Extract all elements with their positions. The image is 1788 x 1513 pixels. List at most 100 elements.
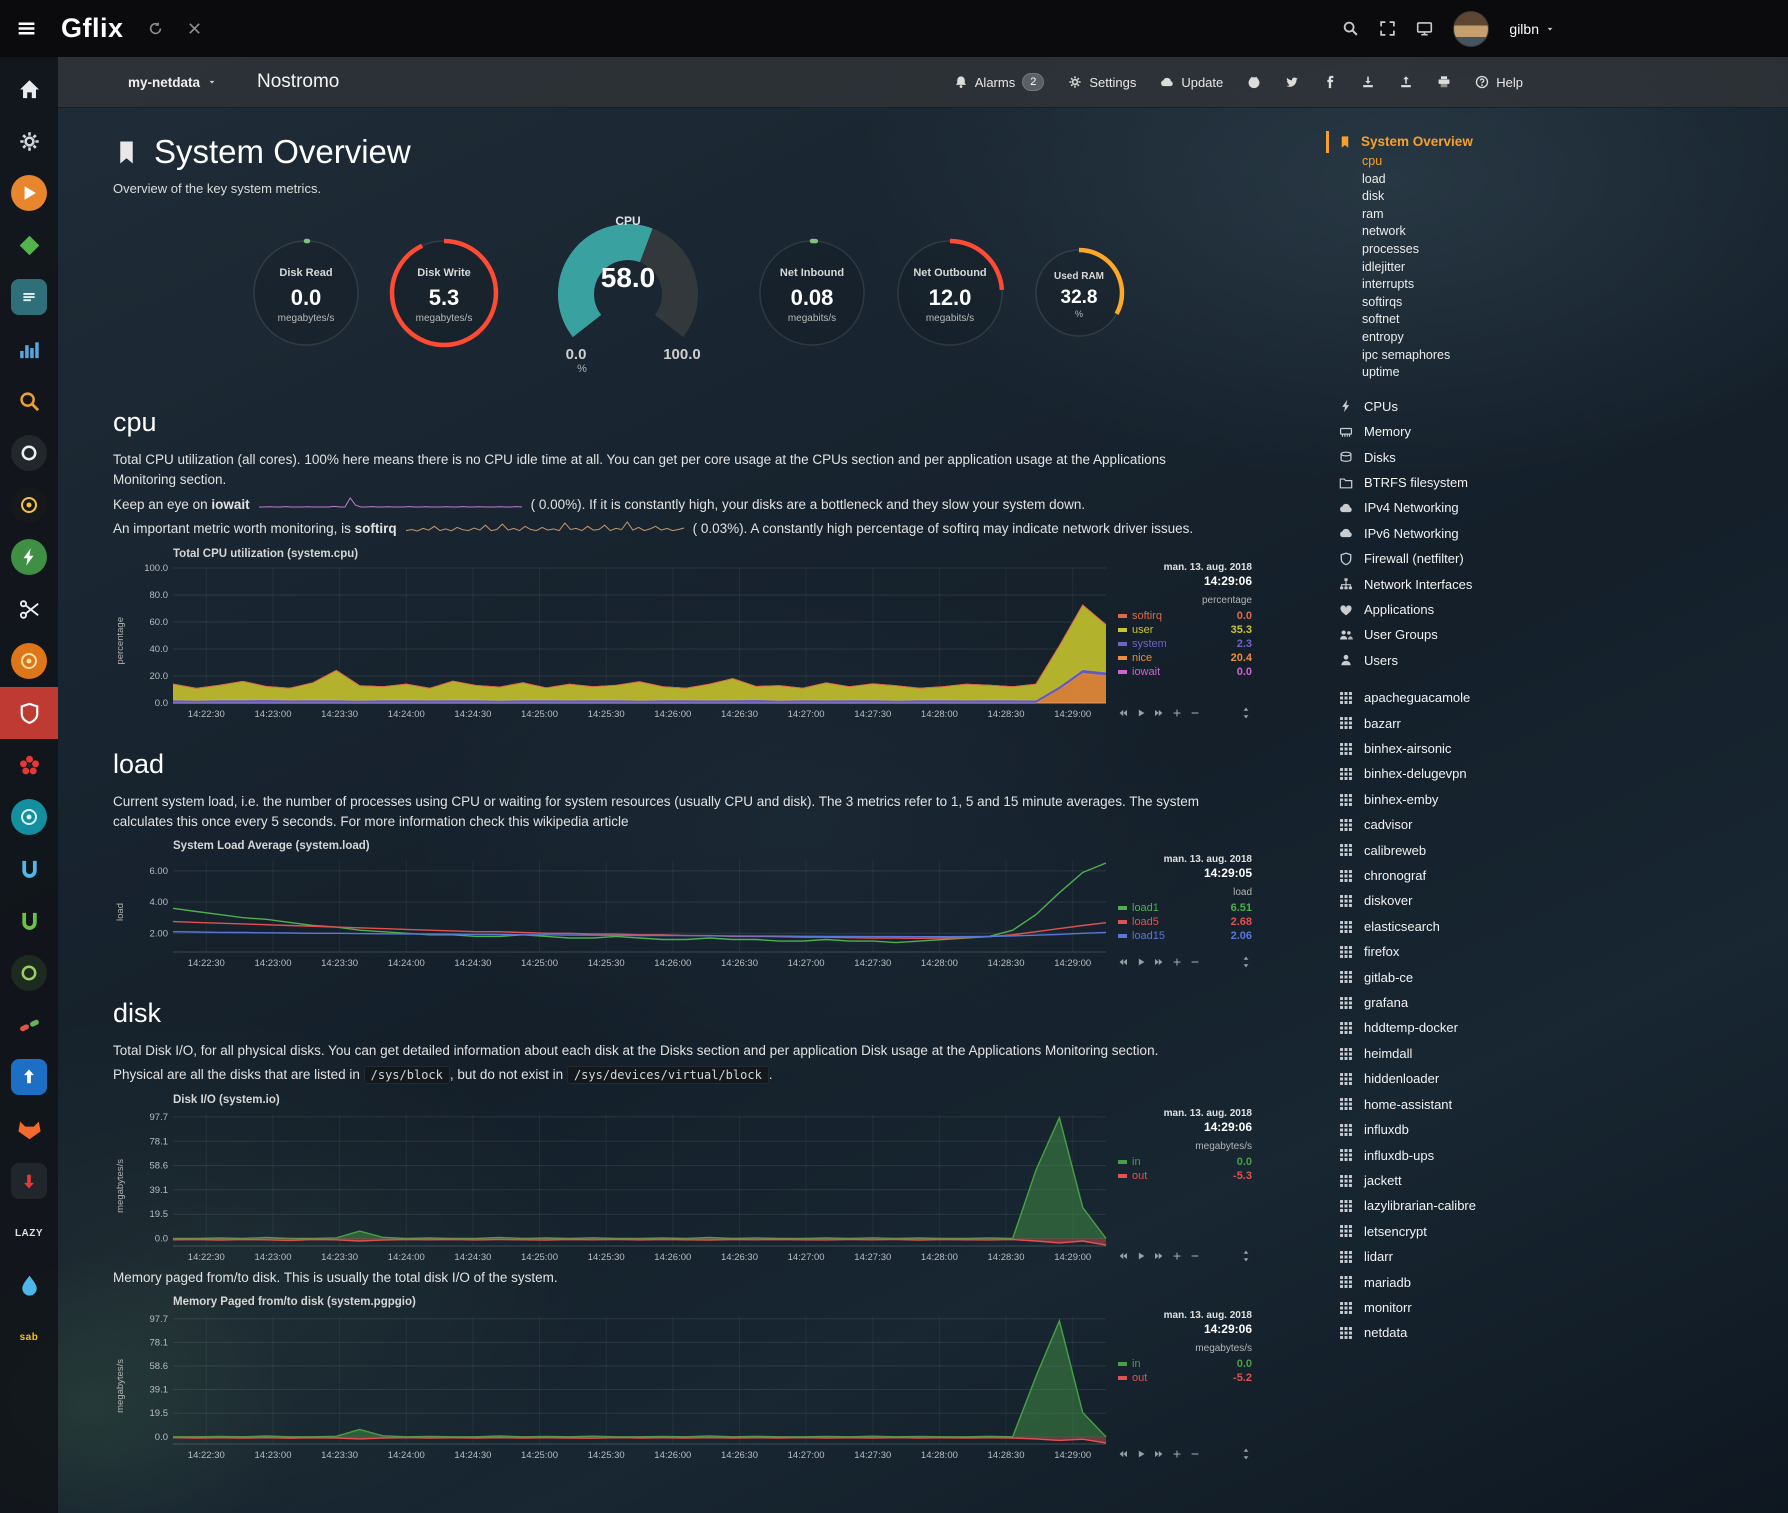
menu-sub-load[interactable]: load — [1326, 171, 1788, 189]
refresh-tab-icon[interactable] — [148, 21, 163, 36]
server-dropdown[interactable]: my-netdata — [128, 75, 217, 90]
menu-sub-ram[interactable]: ram — [1326, 206, 1788, 224]
chart-zoom-in-icon[interactable] — [1172, 708, 1182, 718]
chart-pan-forward-icon[interactable] — [1154, 1251, 1164, 1261]
chart-play-icon[interactable] — [1136, 957, 1146, 967]
legend-series-load15[interactable]: load152.06 — [1118, 929, 1252, 943]
menu-app-mariadb[interactable]: mariadb — [1326, 1270, 1788, 1295]
app-icon-blue-upload[interactable] — [0, 1051, 58, 1103]
tv-mode-icon[interactable] — [1416, 20, 1433, 37]
legend-series-iowait[interactable]: iowait0.0 — [1118, 665, 1252, 679]
menu-sub-disk[interactable]: disk — [1326, 188, 1788, 206]
chart-pan-backward-icon[interactable] — [1118, 957, 1128, 967]
nav-facebook[interactable] — [1323, 75, 1337, 89]
menu-app-calibreweb[interactable]: calibreweb — [1326, 838, 1788, 863]
app-icon-jackett[interactable] — [0, 375, 58, 427]
menu-sub-processes[interactable]: processes — [1326, 241, 1788, 259]
app-icon-red-flower[interactable] — [0, 739, 58, 791]
menu-sub-entropy[interactable]: entropy — [1326, 329, 1788, 347]
menu-app-monitorr[interactable]: monitorr — [1326, 1295, 1788, 1320]
menu-user-groups[interactable]: User Groups — [1326, 622, 1788, 647]
menu-cpus[interactable]: CPUs — [1326, 394, 1788, 419]
menu-app-binhex-emby[interactable]: binhex-emby — [1326, 787, 1788, 812]
legend-series-system[interactable]: system2.3 — [1118, 637, 1252, 651]
gauge-net-outbound[interactable]: Net Outbound12.0megabits/s — [891, 234, 1009, 357]
app-icon-gitlab[interactable] — [0, 1103, 58, 1155]
legend-series-nice[interactable]: nice20.4 — [1118, 651, 1252, 665]
app-icon-dark-green-ring[interactable] — [0, 947, 58, 999]
menu-app-binhex-airsonic[interactable]: binhex-airsonic — [1326, 736, 1788, 761]
menu-app-lazylibrarian-calibre[interactable]: lazylibrarian-calibre — [1326, 1193, 1788, 1218]
app-icon-dark-ring[interactable] — [0, 427, 58, 479]
legend-series-load5[interactable]: load52.68 — [1118, 915, 1252, 929]
app-icon-blue-u[interactable] — [0, 843, 58, 895]
app-icon-lazylibrarian[interactable]: LAZY — [0, 1207, 58, 1259]
menu-applications[interactable]: Applications — [1326, 597, 1788, 622]
legend-series-in[interactable]: in0.0 — [1118, 1357, 1252, 1371]
menu-app-firefox[interactable]: firefox — [1326, 939, 1788, 964]
menu-app-chronograf[interactable]: chronograf — [1326, 863, 1788, 888]
menu-app-cadvisor[interactable]: cadvisor — [1326, 812, 1788, 837]
menu-sub-interrupts[interactable]: interrupts — [1326, 276, 1788, 294]
legend-series-user[interactable]: user35.3 — [1118, 623, 1252, 637]
chart-pan-backward-icon[interactable] — [1118, 1251, 1128, 1261]
menu-sub-cpu[interactable]: cpu — [1326, 153, 1788, 171]
nav-alarms[interactable]: Alarms2 — [954, 73, 1045, 91]
app-icon-scissors[interactable] — [0, 583, 58, 635]
gauge-disk-write[interactable]: Disk Write5.3megabytes/s — [385, 234, 503, 357]
nav-export-snapshot[interactable] — [1361, 75, 1375, 89]
gauge-used-ram[interactable]: Used RAM32.8% — [1029, 243, 1129, 348]
menu-sub-uptime[interactable]: uptime — [1326, 364, 1788, 382]
chart-zoom-out-icon[interactable] — [1190, 957, 1200, 967]
chart-pan-backward-icon[interactable] — [1118, 1449, 1128, 1459]
app-icon-green-u[interactable] — [0, 895, 58, 947]
app-icon-red-download[interactable] — [0, 1155, 58, 1207]
chart-zoom-in-icon[interactable] — [1172, 1449, 1182, 1459]
menu-app-jackett[interactable]: jackett — [1326, 1168, 1788, 1193]
menu-memory[interactable]: Memory — [1326, 419, 1788, 444]
nav-twitter[interactable] — [1285, 75, 1299, 89]
chart-canvas[interactable]: 14:22:3014:23:0014:23:3014:24:0014:24:30… — [127, 1108, 1112, 1264]
menu-system-overview[interactable]: System Overview — [1326, 131, 1788, 153]
chart-resize-handle-icon[interactable] — [1240, 1448, 1252, 1460]
menu-app-apacheguacamole[interactable]: apacheguacamole — [1326, 685, 1788, 710]
hamburger-menu-icon[interactable] — [16, 18, 37, 39]
chart-resize-handle-icon[interactable] — [1240, 956, 1252, 968]
menu-firewall-netfilter-[interactable]: Firewall (netfilter) — [1326, 546, 1788, 571]
app-icon-radarr[interactable] — [0, 479, 58, 531]
gauge-cpu[interactable]: CPU58.00.0100.0% — [523, 212, 733, 379]
chart-zoom-out-icon[interactable] — [1190, 708, 1200, 718]
app-icon-teal-card[interactable] — [0, 271, 58, 323]
chart-pan-forward-icon[interactable] — [1154, 708, 1164, 718]
menu-app-grafana[interactable]: grafana — [1326, 990, 1788, 1015]
app-icon-sabnzbd[interactable]: sab — [0, 1311, 58, 1363]
close-tab-icon[interactable] — [187, 21, 202, 36]
chart-zoom-in-icon[interactable] — [1172, 957, 1182, 967]
legend-series-softirq[interactable]: softirq0.0 — [1118, 609, 1252, 623]
app-icon-blue-drop[interactable] — [0, 1259, 58, 1311]
softirq-sparkline[interactable] — [405, 519, 685, 539]
fullscreen-icon[interactable] — [1379, 20, 1396, 37]
chart-zoom-out-icon[interactable] — [1190, 1449, 1200, 1459]
menu-btrfs-filesystem[interactable]: BTRFS filesystem — [1326, 470, 1788, 495]
menu-app-lidarr[interactable]: lidarr — [1326, 1244, 1788, 1269]
nav-import-snapshot[interactable] — [1399, 75, 1413, 89]
chart-pan-forward-icon[interactable] — [1154, 957, 1164, 967]
iowait-sparkline[interactable] — [258, 495, 523, 515]
settings-gear-icon[interactable] — [0, 115, 58, 167]
menu-ipv6-networking[interactable]: IPv6 Networking — [1326, 521, 1788, 546]
chart-canvas[interactable]: 14:22:3014:23:0014:23:3014:24:0014:24:30… — [127, 562, 1112, 721]
legend-series-out[interactable]: out-5.2 — [1118, 1371, 1252, 1385]
chart-zoom-in-icon[interactable] — [1172, 1251, 1182, 1261]
menu-sub-idlejitter[interactable]: idlejitter — [1326, 259, 1788, 277]
menu-sub-ipc-semaphores[interactable]: ipc semaphores — [1326, 347, 1788, 365]
menu-app-letsencrypt[interactable]: letsencrypt — [1326, 1219, 1788, 1244]
app-icon-orange-play[interactable] — [0, 167, 58, 219]
chart-pan-backward-icon[interactable] — [1118, 708, 1128, 718]
app-icon-cadvisor[interactable] — [0, 531, 58, 583]
menu-app-hiddenloader[interactable]: hiddenloader — [1326, 1066, 1788, 1091]
app-icon-tautulli[interactable] — [0, 635, 58, 687]
avatar[interactable] — [1453, 11, 1489, 47]
app-icon-teal-aperture[interactable] — [0, 791, 58, 843]
chart-play-icon[interactable] — [1136, 708, 1146, 718]
